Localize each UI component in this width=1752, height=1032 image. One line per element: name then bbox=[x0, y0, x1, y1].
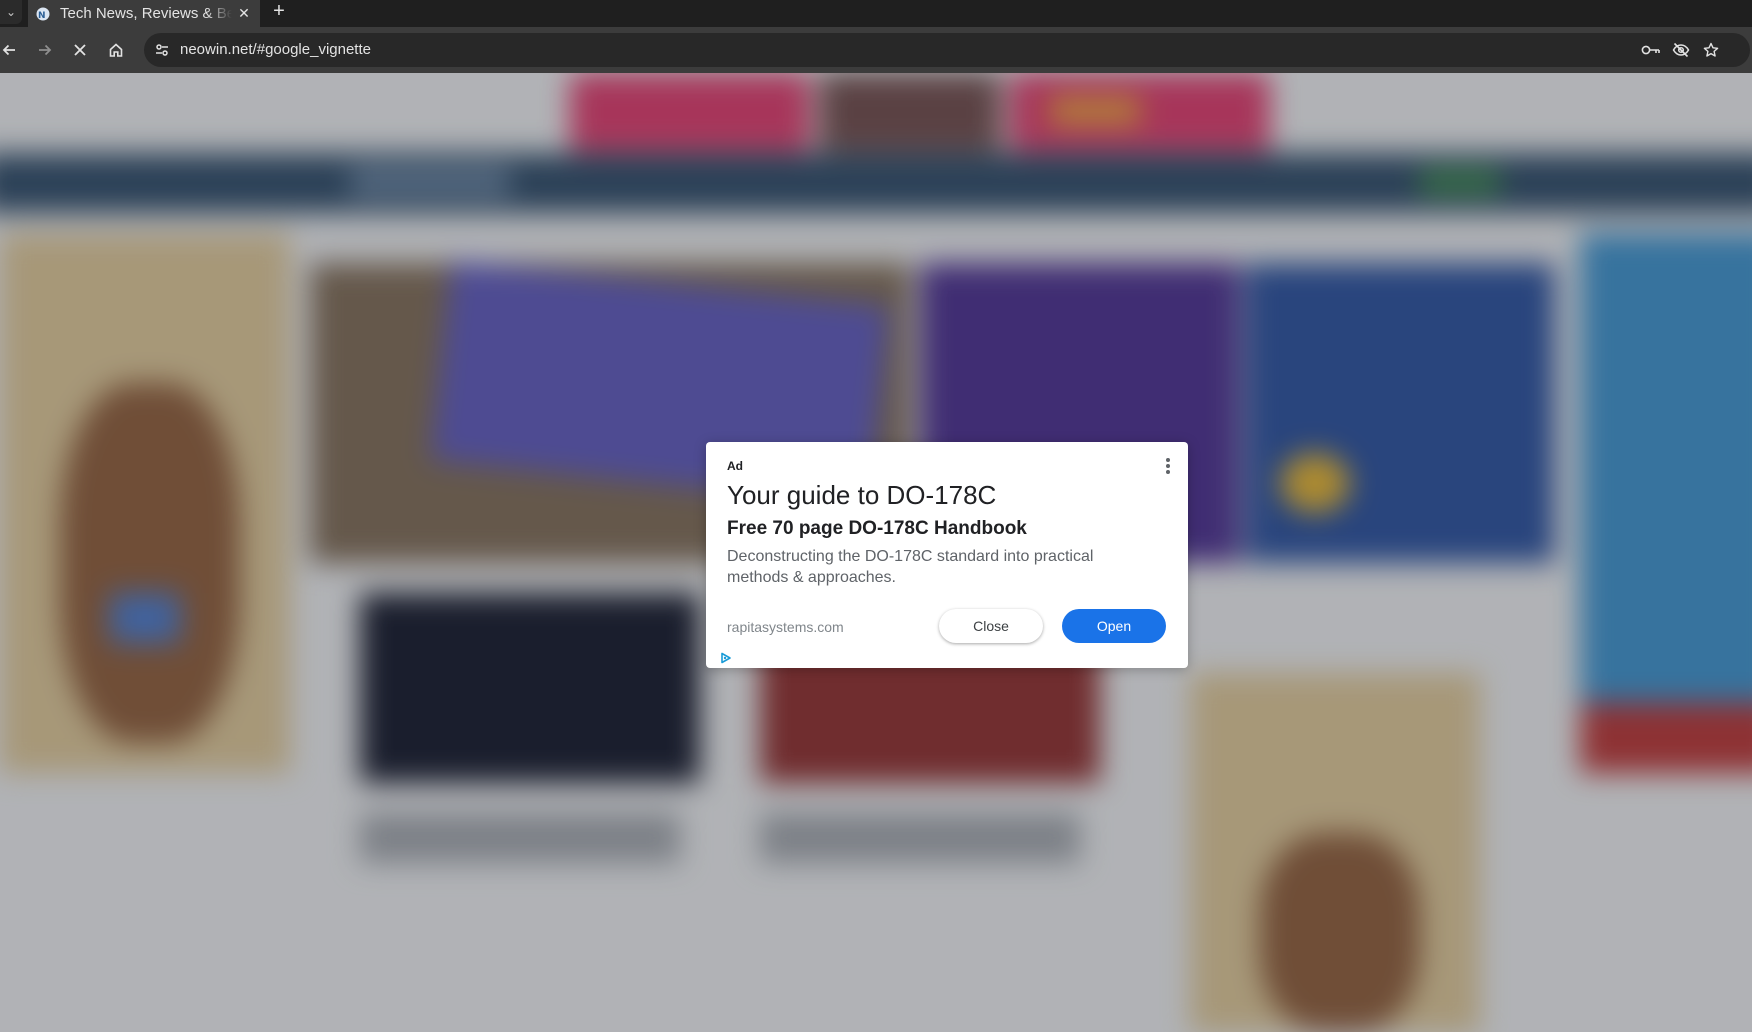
svg-text:N: N bbox=[38, 11, 46, 21]
tab-strip: ⌄ N Tech News, Reviews & Betas ✕ + bbox=[0, 0, 1752, 27]
ad-subheadline[interactable]: Free 70 page DO-178C Handbook bbox=[727, 518, 1027, 540]
close-button[interactable]: Close bbox=[939, 609, 1043, 643]
ad-domain[interactable]: rapitasystems.com bbox=[727, 619, 844, 635]
more-options-icon[interactable] bbox=[1163, 456, 1173, 476]
address-bar[interactable]: neowin.net/#google_vignette bbox=[144, 33, 1750, 67]
back-icon[interactable] bbox=[0, 35, 24, 65]
ad-description[interactable]: Deconstructing the DO-178C standard into… bbox=[727, 546, 1147, 588]
tab-active[interactable]: N Tech News, Reviews & Betas ✕ bbox=[28, 0, 260, 27]
url-text[interactable]: neowin.net/#google_vignette bbox=[180, 41, 371, 58]
forward-icon[interactable] bbox=[30, 35, 60, 65]
ad-label: Ad bbox=[727, 459, 743, 473]
tab-search-button[interactable]: ⌄ bbox=[0, 0, 22, 24]
vignette-ad-dialog: Ad Your guide to DO-178C Free 70 page DO… bbox=[706, 442, 1188, 668]
tracking-protection-icon[interactable] bbox=[1670, 40, 1692, 60]
neowin-favicon-icon: N bbox=[36, 7, 50, 21]
bookmark-star-icon[interactable] bbox=[1700, 40, 1722, 60]
tab-title: Tech News, Reviews & Betas bbox=[60, 5, 232, 22]
new-tab-button[interactable]: + bbox=[268, 0, 290, 22]
adchoices-icon[interactable] bbox=[719, 651, 733, 665]
open-button[interactable]: Open bbox=[1062, 609, 1166, 643]
stop-icon[interactable] bbox=[65, 35, 95, 65]
password-key-icon[interactable] bbox=[1640, 40, 1662, 60]
tab-close-icon[interactable]: ✕ bbox=[236, 5, 252, 22]
browser-toolbar: neowin.net/#google_vignette bbox=[0, 27, 1752, 73]
ad-headline[interactable]: Your guide to DO-178C bbox=[727, 480, 996, 511]
home-icon[interactable] bbox=[101, 35, 131, 65]
site-info-icon[interactable] bbox=[152, 40, 172, 60]
